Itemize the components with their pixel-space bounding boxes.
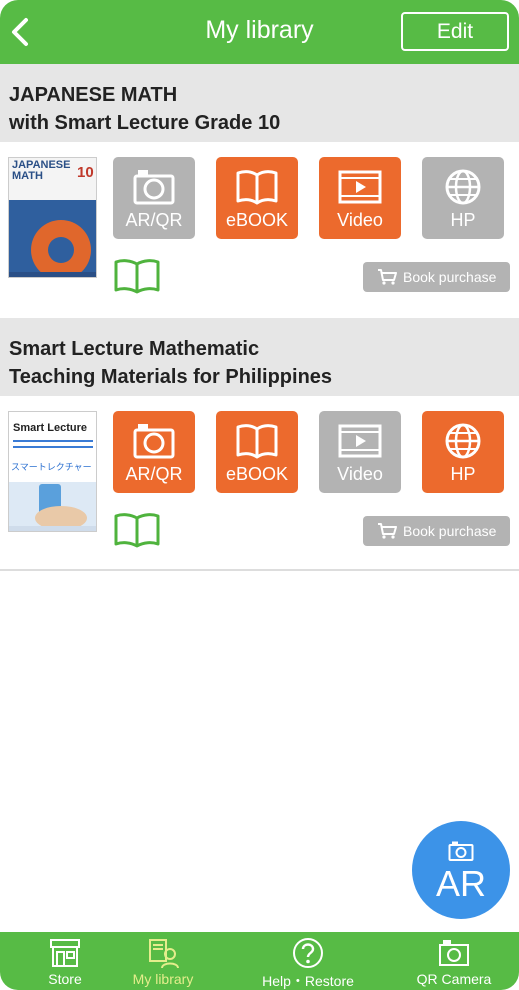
open-book-button[interactable]	[113, 512, 161, 548]
book-title-line1: Smart Lecture Mathematic	[9, 338, 260, 360]
book-title-line2: with Smart Lecture Grade 10	[9, 112, 281, 134]
nav-label: My library	[132, 971, 194, 987]
ar-qr-button[interactable]: AR/QR	[113, 411, 195, 493]
ar-label: AR	[435, 863, 486, 904]
book-cover[interactable]: JAPANESE MATH 10	[8, 157, 97, 278]
book-title-line2: Teaching Materials for Philippines	[9, 366, 333, 388]
book-cover-art	[9, 440, 96, 531]
nav-my-library[interactable]: My library	[98, 932, 228, 990]
bottom-nav: Store My library Help・Restore QR Camera	[0, 932, 519, 990]
camera-icon	[439, 940, 469, 966]
globe-icon	[445, 423, 481, 459]
help-icon	[293, 938, 323, 968]
ar-button[interactable]: AR	[412, 821, 510, 919]
cover-title: JAPANESE MATH	[12, 159, 71, 182]
tile-label: AR/QR	[125, 464, 183, 484]
cart-icon	[378, 523, 397, 539]
camera-icon	[133, 424, 175, 459]
book-header: JAPANESE MATH with Smart Lecture Grade 1…	[0, 64, 519, 142]
library-icon	[149, 939, 179, 969]
tile-label: HP	[450, 210, 476, 230]
tile-label: eBOOK	[225, 464, 289, 484]
top-bar: My library Edit	[0, 0, 519, 64]
nav-qr-camera[interactable]: QR Camera	[389, 932, 519, 990]
cover-katakana: スマートレクチャー	[11, 463, 92, 473]
nav-label: Help・Restore	[262, 973, 354, 989]
hp-button[interactable]: HP	[422, 157, 504, 239]
book-purchase-button[interactable]: Book purchase	[363, 262, 510, 292]
book-header: Smart Lecture Mathematic Teaching Materi…	[0, 318, 519, 396]
open-book-icon	[114, 513, 160, 548]
video-button[interactable]: Video	[319, 411, 401, 493]
book-icon	[236, 170, 278, 205]
open-book-button[interactable]	[113, 258, 161, 294]
list-divider	[0, 569, 519, 571]
nav-help-restore[interactable]: Help・Restore	[243, 932, 373, 990]
edit-button[interactable]: Edit	[401, 12, 509, 51]
book-icon	[236, 424, 278, 459]
ar-qr-button[interactable]: AR/QR	[113, 157, 195, 239]
camera-icon	[133, 170, 175, 205]
ebook-button[interactable]: eBOOK	[216, 411, 298, 493]
tile-label: eBOOK	[225, 210, 289, 230]
purchase-label: Book purchase	[403, 523, 497, 539]
book-title-line1: JAPANESE MATH	[9, 84, 178, 106]
tile-label: Video	[337, 464, 383, 484]
tile-label: AR/QR	[125, 210, 183, 230]
ebook-button[interactable]: eBOOK	[216, 157, 298, 239]
open-book-icon	[114, 259, 160, 294]
video-icon	[338, 170, 382, 204]
tile-label: Video	[337, 210, 383, 230]
video-icon	[338, 424, 382, 458]
purchase-label: Book purchase	[403, 269, 497, 285]
store-icon	[50, 939, 80, 967]
hp-button[interactable]: HP	[422, 411, 504, 493]
camera-icon	[448, 841, 474, 861]
cover-title: Smart Lecture	[13, 422, 87, 434]
tile-label: HP	[450, 464, 476, 484]
book-cover[interactable]: Smart Lecture スマートレクチャー	[8, 411, 97, 532]
nav-label: QR Camera	[416, 971, 492, 987]
book-purchase-button[interactable]: Book purchase	[363, 516, 510, 546]
app-screen: My library Edit JAPANESE MATH with Smart…	[0, 0, 519, 990]
cart-icon	[378, 269, 397, 285]
globe-icon	[445, 169, 481, 205]
cover-grade: 10	[77, 164, 94, 181]
video-button[interactable]: Video	[319, 157, 401, 239]
